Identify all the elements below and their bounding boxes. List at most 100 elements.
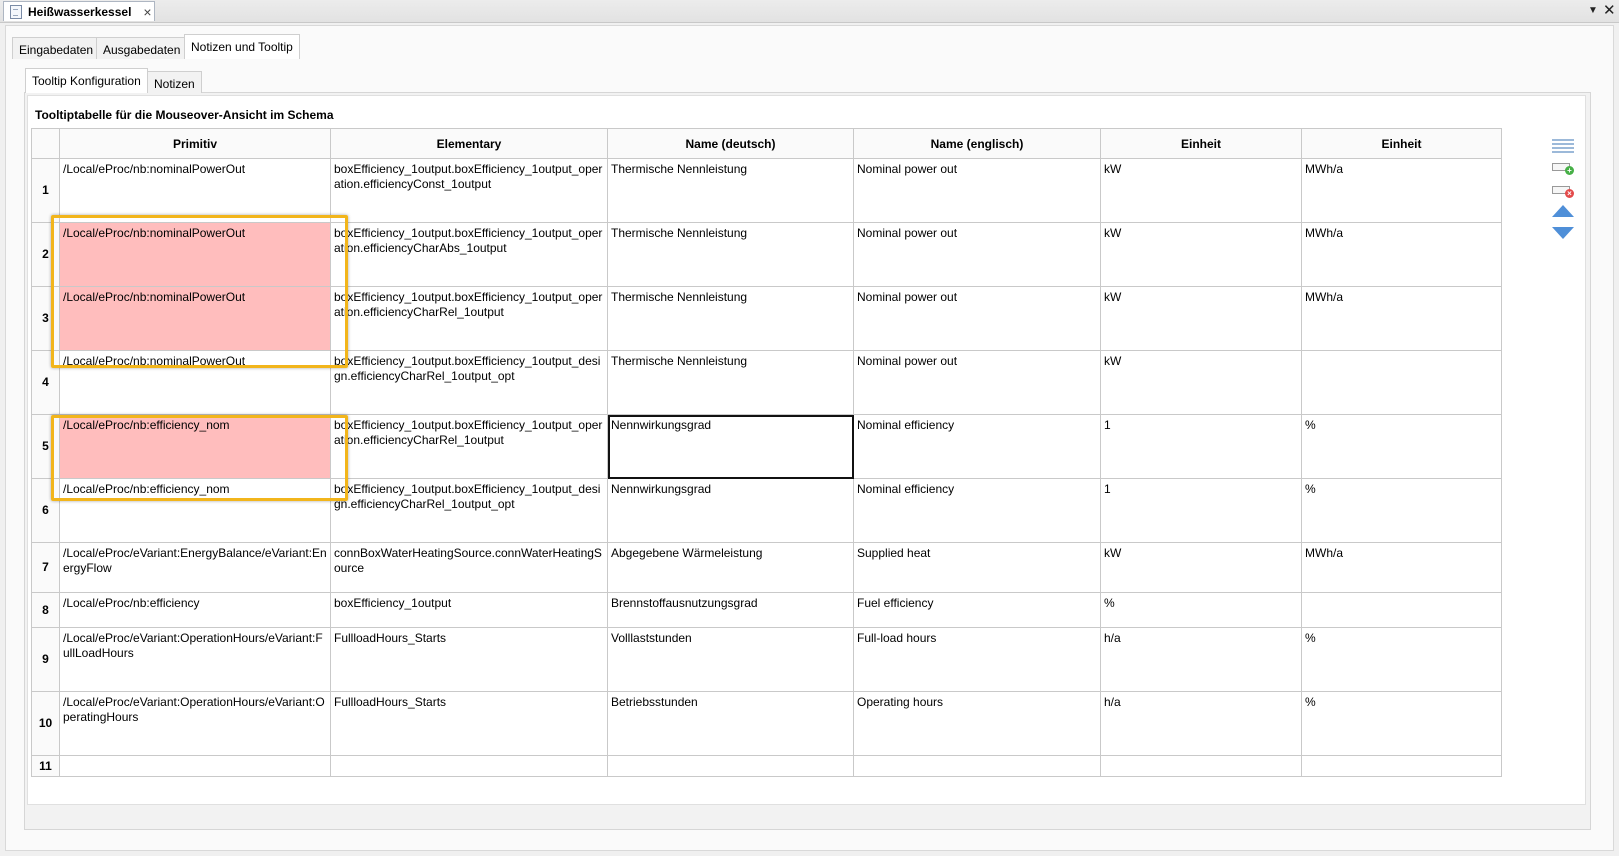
cell-name-de[interactable]: Betriebsstunden (607, 691, 854, 756)
list-icon[interactable] (1552, 137, 1574, 153)
cell-name-en[interactable]: Full-load hours (853, 627, 1101, 692)
cell-name-en[interactable] (853, 755, 1101, 777)
cell-name-de[interactable]: Thermische Nennleistung (607, 286, 854, 351)
column-header-name-deutsch[interactable]: Name (deutsch) (607, 128, 854, 159)
cell-unit-2[interactable]: % (1301, 414, 1502, 479)
cell-elementary[interactable]: boxEfficiency_1output.boxEfficiency_1out… (330, 222, 608, 287)
cell-name-en[interactable]: Nominal power out (853, 286, 1101, 351)
row-number[interactable]: 9 (31, 627, 60, 692)
highlight-box-row-5 (51, 415, 348, 501)
cell-elementary[interactable]: boxEfficiency_1output.boxEfficiency_1out… (330, 286, 608, 351)
row-number[interactable]: 8 (31, 592, 60, 628)
column-header-elementary[interactable]: Elementary (330, 128, 608, 159)
cell-elementary[interactable]: boxEfficiency_1output.boxEfficiency_1out… (330, 414, 608, 479)
cell-elementary[interactable]: boxEfficiency_1output (330, 592, 608, 628)
close-view-icon[interactable]: ✕ (1603, 1, 1616, 19)
cell-unit[interactable]: kW (1100, 158, 1302, 223)
move-up-icon[interactable] (1552, 205, 1574, 221)
cell-name-de[interactable]: Abgegebene Wärmeleistung (607, 542, 854, 593)
column-header-primitiv[interactable]: Primitiv (59, 128, 331, 159)
cell-unit[interactable]: % (1100, 592, 1302, 628)
row-number[interactable]: 10 (31, 691, 60, 756)
cell-unit[interactable]: 1 (1100, 414, 1302, 479)
tab-notizen-und-tooltip[interactable]: Notizen und Tooltip (184, 34, 300, 59)
cell-unit-2[interactable]: % (1301, 627, 1502, 692)
cell-primitiv[interactable]: /Local/eProc/nb:efficiency (59, 592, 331, 628)
tab-ausgabedaten[interactable]: Ausgabedaten (96, 37, 188, 59)
cell-elementary[interactable] (330, 755, 608, 777)
cell-unit-2[interactable]: MWh/a (1301, 222, 1502, 287)
cell-name-de[interactable]: Thermische Nennleistung (607, 222, 854, 287)
cell-name-de[interactable] (607, 755, 854, 777)
cell-name-en[interactable]: Operating hours (853, 691, 1101, 756)
highlight-box-rows-2-3 (51, 215, 348, 368)
table-row[interactable]: 10 /Local/eProc/eVariant:OperationHours/… (31, 691, 1502, 756)
table-header-row: Primitiv Elementary Name (deutsch) Name … (31, 128, 1502, 159)
table-row[interactable]: 8 /Local/eProc/nb:efficiency boxEfficien… (31, 592, 1502, 628)
cell-unit[interactable]: kW (1100, 350, 1302, 415)
cell-elementary[interactable]: boxEfficiency_1output.boxEfficiency_1out… (330, 350, 608, 415)
cell-unit-2[interactable] (1301, 755, 1502, 777)
cell-primitiv[interactable]: /Local/eProc/eVariant:OperationHours/eVa… (59, 691, 331, 756)
row-number[interactable]: 11 (31, 755, 60, 777)
view-menu-icon[interactable]: ▼ (1588, 5, 1598, 16)
cell-unit-2[interactable]: % (1301, 478, 1502, 543)
cell-name-de[interactable]: Nennwirkungsgrad (607, 478, 854, 543)
editor-tab-title: Heißwasserkessel (28, 4, 132, 19)
cell-elementary[interactable]: FullloadHours_Starts (330, 627, 608, 692)
cell-name-en[interactable]: Nominal power out (853, 350, 1101, 415)
cell-name-en[interactable]: Nominal efficiency (853, 414, 1101, 479)
cell-elementary[interactable]: boxEfficiency_1output.boxEfficiency_1out… (330, 478, 608, 543)
cell-name-en[interactable]: Nominal efficiency (853, 478, 1101, 543)
remove-row-icon[interactable]: × (1552, 182, 1574, 198)
corner-header (31, 128, 60, 159)
cell-name-de[interactable]: Volllaststunden (607, 627, 854, 692)
cell-name-en[interactable]: Nominal power out (853, 222, 1101, 287)
cell-unit[interactable]: kW (1100, 222, 1302, 287)
cell-unit[interactable]: h/a (1100, 627, 1302, 692)
cell-unit-2[interactable]: MWh/a (1301, 542, 1502, 593)
cell-name-en[interactable]: Supplied heat (853, 542, 1101, 593)
column-header-name-englisch[interactable]: Name (englisch) (853, 128, 1101, 159)
tab-tooltip-konfiguration[interactable]: Tooltip Konfiguration (25, 68, 148, 93)
document-icon (10, 4, 22, 19)
cell-unit[interactable]: 1 (1100, 478, 1302, 543)
cell-unit[interactable]: kW (1100, 286, 1302, 351)
table-row[interactable]: 11 (31, 755, 1502, 777)
cell-primitiv[interactable]: /Local/eProc/nb:nominalPowerOut (59, 158, 331, 223)
cell-primitiv[interactable] (59, 755, 331, 777)
row-number[interactable]: 7 (31, 542, 60, 593)
cell-name-de[interactable]: Thermische Nennleistung (607, 350, 854, 415)
cell-unit-2[interactable]: MWh/a (1301, 286, 1502, 351)
table-row[interactable]: 7 /Local/eProc/eVariant:EnergyBalance/eV… (31, 542, 1502, 593)
cell-name-de-selected[interactable]: Nennwirkungsgrad (607, 414, 854, 479)
column-header-einheit-2[interactable]: Einheit (1301, 128, 1502, 159)
cell-name-en[interactable]: Nominal power out (853, 158, 1101, 223)
cell-name-de[interactable]: Brennstoffausnutzungsgrad (607, 592, 854, 628)
table-row[interactable]: 1 /Local/eProc/nb:nominalPowerOut boxEff… (31, 158, 1502, 223)
close-tab-icon[interactable]: × (143, 5, 151, 19)
cell-unit[interactable]: kW (1100, 542, 1302, 593)
cell-elementary[interactable]: FullloadHours_Starts (330, 691, 608, 756)
tab-eingabedaten[interactable]: Eingabedaten (12, 37, 101, 59)
move-down-icon[interactable] (1552, 227, 1574, 243)
cell-unit-2[interactable] (1301, 350, 1502, 415)
column-header-einheit[interactable]: Einheit (1100, 128, 1302, 159)
tab-notizen[interactable]: Notizen (147, 71, 202, 93)
cell-primitiv[interactable]: /Local/eProc/eVariant:OperationHours/eVa… (59, 627, 331, 692)
cell-unit-2[interactable]: % (1301, 691, 1502, 756)
cell-primitiv[interactable]: /Local/eProc/eVariant:EnergyBalance/eVar… (59, 542, 331, 593)
row-number[interactable]: 1 (31, 158, 60, 223)
editor-tabbar: Heißwasserkessel × ▼ ✕ (0, 0, 1619, 23)
cell-unit[interactable]: h/a (1100, 691, 1302, 756)
table-row[interactable]: 9 /Local/eProc/eVariant:OperationHours/e… (31, 627, 1502, 692)
editor-tab[interactable]: Heißwasserkessel × (3, 1, 155, 21)
cell-unit-2[interactable] (1301, 592, 1502, 628)
add-row-icon[interactable]: + (1552, 159, 1574, 175)
cell-unit[interactable] (1100, 755, 1302, 777)
cell-elementary[interactable]: connBoxWaterHeatingSource.connWaterHeati… (330, 542, 608, 593)
cell-elementary[interactable]: boxEfficiency_1output.boxEfficiency_1out… (330, 158, 608, 223)
cell-name-en[interactable]: Fuel efficiency (853, 592, 1101, 628)
cell-unit-2[interactable]: MWh/a (1301, 158, 1502, 223)
cell-name-de[interactable]: Thermische Nennleistung (607, 158, 854, 223)
